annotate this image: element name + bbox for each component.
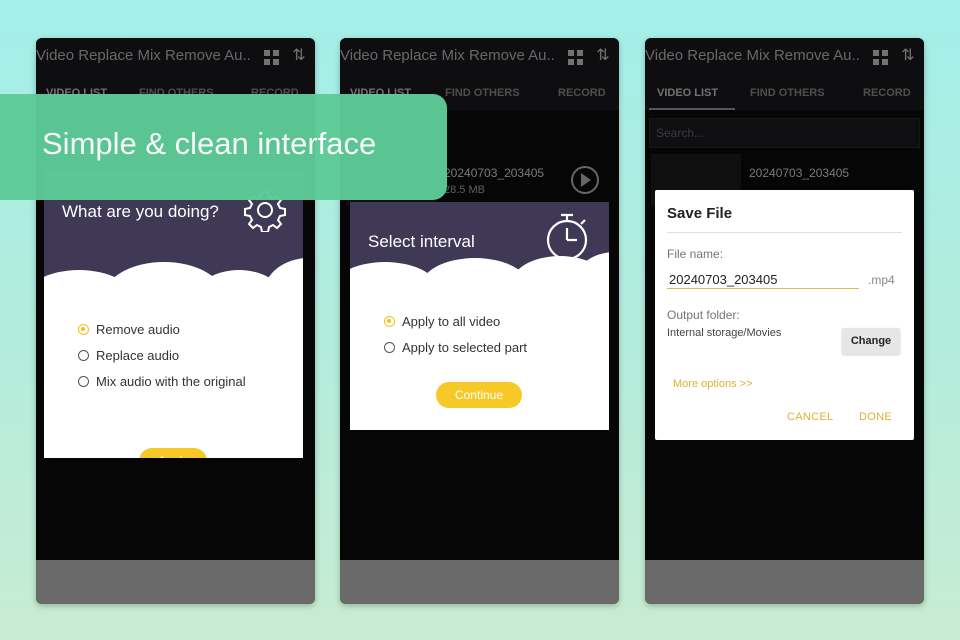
option-label: Mix audio with the original xyxy=(96,374,246,389)
option-replace-audio[interactable]: Replace audio xyxy=(78,348,179,363)
banner-text: Simple & clean interface xyxy=(42,126,377,161)
option-mix-audio[interactable]: Mix audio with the original xyxy=(78,374,246,389)
navigation-bar xyxy=(340,560,619,604)
dialog-title: Select interval xyxy=(368,232,475,251)
option-remove-audio[interactable]: Remove audio xyxy=(78,322,180,337)
divider xyxy=(667,232,902,233)
interval-dialog: Select interval Apply to all video Apply… xyxy=(350,202,609,430)
file-name-underline xyxy=(667,288,859,289)
radio-unselected[interactable] xyxy=(78,350,89,361)
file-name-label: File name: xyxy=(667,247,724,261)
dialog-header: Select interval xyxy=(350,202,609,322)
dialog-title: What are you doing? xyxy=(62,202,219,221)
radio-unselected[interactable] xyxy=(78,376,89,387)
promo-banner: Simple & clean interface xyxy=(0,94,447,200)
change-folder-button[interactable]: Change xyxy=(842,328,900,354)
file-extension: .mp4 xyxy=(868,273,895,287)
radio-unselected[interactable] xyxy=(384,342,395,353)
output-folder-path: Internal storage/Movies xyxy=(667,327,782,339)
option-label: Remove audio xyxy=(96,322,180,337)
file-name-field[interactable]: 20240703_203405 xyxy=(669,272,777,287)
continue-button[interactable]: Continue xyxy=(436,382,522,408)
radio-selected[interactable] xyxy=(78,324,89,335)
dialog-title: Save File xyxy=(667,205,733,222)
more-options-link[interactable]: More options >> xyxy=(673,378,753,390)
navigation-bar xyxy=(645,560,924,604)
apply-button[interactable]: Apply xyxy=(139,448,207,458)
radio-selected[interactable] xyxy=(384,316,395,327)
output-folder-label: Output folder: xyxy=(667,308,740,322)
save-file-dialog: Save File File name: 20240703_203405 .mp… xyxy=(655,190,914,440)
option-apply-selected[interactable]: Apply to selected part xyxy=(384,340,527,355)
option-label: Replace audio xyxy=(96,348,180,363)
option-label: Apply to selected part xyxy=(402,340,528,355)
option-apply-all[interactable]: Apply to all video xyxy=(384,314,500,329)
phone-screen-save-file: Video Replace Mix Remove Au... ⇅ VIDEO L… xyxy=(645,38,924,604)
option-label: Apply to all video xyxy=(402,314,501,329)
done-button[interactable]: DONE xyxy=(859,411,892,423)
cancel-button[interactable]: CANCEL xyxy=(787,411,833,423)
action-dialog: What are you doing? Remove audio Replace… xyxy=(44,170,303,458)
navigation-bar xyxy=(36,560,315,604)
